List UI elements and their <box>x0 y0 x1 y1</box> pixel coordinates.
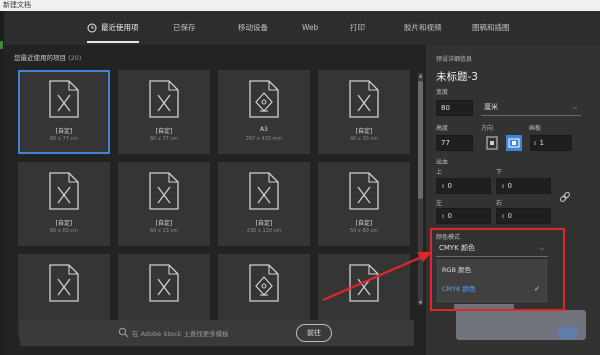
file-icon <box>349 80 379 118</box>
recent-item-size: 50 x 80 cm <box>349 228 379 234</box>
bleed-top-label: 上 <box>436 169 443 176</box>
obscured-area <box>558 327 578 339</box>
stepper-arrows-icon[interactable]: ⇕ <box>501 184 505 190</box>
artboards-stepper[interactable]: ⇕ 1 <box>530 135 572 151</box>
chevron-down-icon: ⌵ <box>572 104 577 111</box>
highlight-box <box>430 228 565 311</box>
bleed-label: 出血 <box>436 159 449 166</box>
height-field[interactable]: 77 <box>436 135 473 151</box>
tab-web[interactable]: Web <box>302 11 318 45</box>
tab-film-video[interactable]: 胶片和视频 <box>404 11 442 45</box>
recent-item-card[interactable]: [自定] 80 x 77 cm <box>18 70 110 154</box>
new-document-dialog: 新建文档 最近使用项 已保存 移动设备 Web 打印 胶片和视频 图稿和插图 您… <box>0 0 600 355</box>
recent-item-card[interactable]: [自定] 80 x 60 cm <box>18 162 110 246</box>
recent-item-name: [自定] <box>355 220 373 227</box>
bleed-left-label: 左 <box>436 200 443 207</box>
recent-item-size: 297 x 420 mm <box>245 136 283 142</box>
recent-item-card[interactable]: [自定] 50 x 80 cm <box>318 162 410 246</box>
recent-heading: 您最近使用的项目 (20) <box>14 54 82 62</box>
recent-item-card[interactable]: [自定] 230 x 110 cm <box>218 162 310 246</box>
tab-art-illustration[interactable]: 图稿和插图 <box>472 11 510 45</box>
bleed-bottom-field[interactable]: ⇕ 0 <box>496 178 551 194</box>
stepper-arrows-icon[interactable]: ⇕ <box>441 214 445 220</box>
scroll-down-icon[interactable]: ▼ <box>418 300 423 305</box>
recent-item-card[interactable]: [自定] 60 x 13 cm <box>118 162 210 246</box>
recent-item-card[interactable]: [自定] 80 x 77 cm <box>118 70 210 154</box>
bleed-right-field[interactable]: ⇕ 0 <box>496 208 551 224</box>
document-name[interactable]: 未标题-3 <box>436 69 478 84</box>
recent-item-size: 40 x 30 cm <box>349 136 379 142</box>
recent-item-size: 80 x 77 cm <box>49 136 79 142</box>
tab-bar: 最近使用项 已保存 移动设备 Web 打印 胶片和视频 图稿和插图 <box>4 11 600 45</box>
link-icon[interactable] <box>558 190 572 204</box>
file-icon <box>149 264 179 302</box>
file-icon <box>149 172 179 210</box>
recent-item-name: [自定] <box>55 220 73 227</box>
recent-item-name: [自定] <box>155 220 173 227</box>
search-icon <box>118 327 129 338</box>
portrait-icon[interactable] <box>486 136 498 150</box>
bleed-right-label: 右 <box>496 200 503 207</box>
file-icon <box>349 172 379 210</box>
height-label: 高度 <box>436 125 449 132</box>
stock-search-placeholder[interactable]: 在 Adobe Stock 上查找更多模板 <box>132 328 229 338</box>
file-icon <box>49 80 79 118</box>
recent-item-name: A3 <box>260 126 268 133</box>
go-button[interactable]: 前往 <box>296 324 332 342</box>
unit-select[interactable]: 厘米 ⌵ <box>481 100 581 116</box>
preset-details-label: 预设详细信息 <box>436 56 473 63</box>
scroll-up-icon[interactable]: ▲ <box>418 73 423 78</box>
recent-item-size: 80 x 60 cm <box>49 228 79 234</box>
bleed-top-field[interactable]: ⇕ 0 <box>436 178 491 194</box>
scrollbar[interactable]: ▲ ▼ <box>418 73 423 305</box>
recent-panel: 您最近使用的项目 (20) [自定] 80 x 77 cm [自定] 80 x 77 … <box>4 45 425 355</box>
recent-item-name: [自定] <box>255 220 273 227</box>
artboards-label: 画板 <box>529 125 542 132</box>
stepper-arrows-icon[interactable]: ⇕ <box>501 214 505 220</box>
tab-saved[interactable]: 已保存 <box>173 11 196 45</box>
recent-item-card[interactable]: [自定] 40 x 30 cm <box>318 70 410 154</box>
bleed-left-field[interactable]: ⇕ 0 <box>436 208 491 224</box>
recent-item-card[interactable]: A3 297 x 420 mm <box>218 70 310 154</box>
file-icon <box>349 264 379 302</box>
recent-item-name: [自定] <box>355 128 373 135</box>
file-icon <box>49 264 79 302</box>
landscape-icon[interactable] <box>506 135 522 151</box>
stepper-arrows-icon[interactable]: ⇕ <box>533 141 537 147</box>
pen-file-icon <box>249 80 279 118</box>
recent-item-size: 230 x 110 cm <box>246 228 282 234</box>
recent-item-name: [自定] <box>155 128 173 135</box>
file-icon <box>149 80 179 118</box>
tab-mobile[interactable]: 移动设备 <box>238 11 268 45</box>
tab-print[interactable]: 打印 <box>350 11 365 45</box>
width-field[interactable]: 80 <box>436 100 473 116</box>
scrollbar-thumb[interactable] <box>418 81 423 199</box>
window-title: 新建文档 <box>0 0 600 11</box>
recent-item-size: 80 x 77 cm <box>149 136 179 142</box>
recent-item-size: 60 x 13 cm <box>149 228 179 234</box>
width-label: 宽度 <box>436 89 449 96</box>
tab-recent[interactable]: 最近使用项 <box>87 11 139 45</box>
file-icon <box>49 172 79 210</box>
clock-icon <box>87 23 97 33</box>
pen-file-icon <box>249 264 279 302</box>
stepper-arrows-icon[interactable]: ⇕ <box>441 184 445 190</box>
recent-item-name: [自定] <box>55 128 73 135</box>
stock-search-bar[interactable]: 在 Adobe Stock 上查找更多模板 前往 <box>20 320 414 346</box>
bleed-bottom-label: 下 <box>496 169 503 176</box>
file-icon <box>249 172 279 210</box>
orientation-label: 方向 <box>481 125 494 132</box>
